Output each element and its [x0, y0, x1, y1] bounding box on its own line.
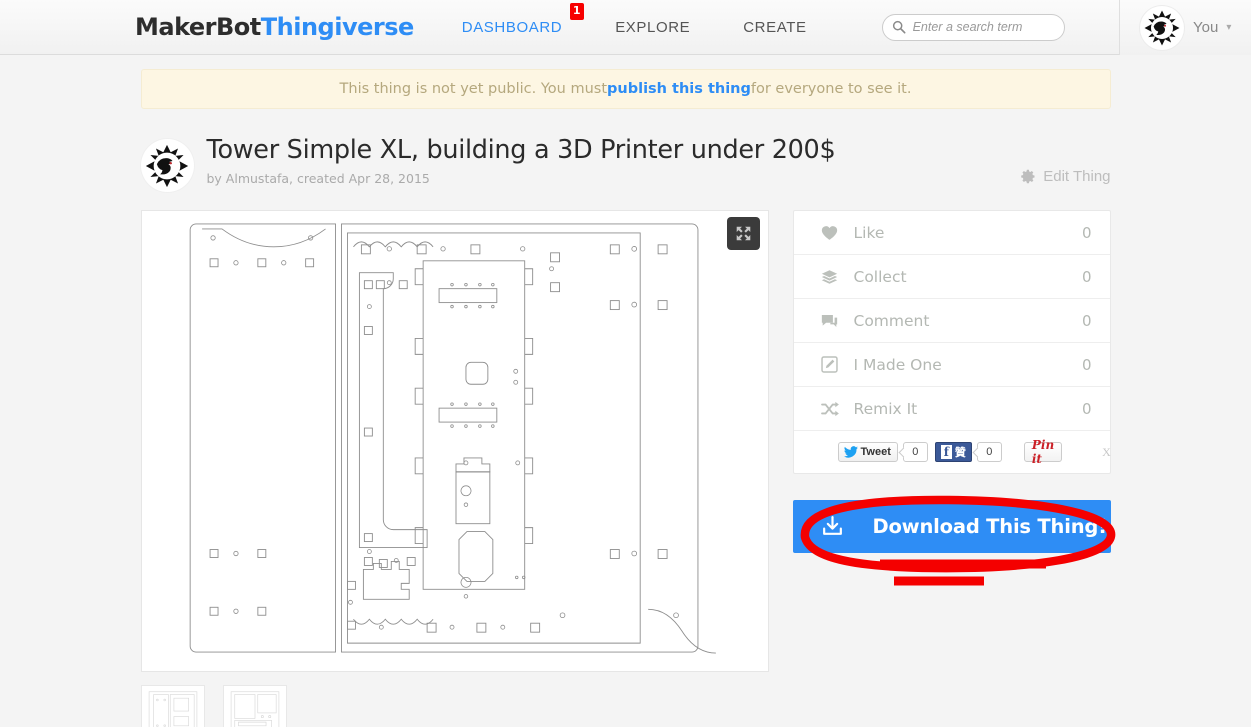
- notification-badge: 1: [569, 2, 585, 20]
- search-input[interactable]: [881, 13, 1065, 41]
- thumbnail-1-image: [148, 691, 197, 727]
- cad-drawing-image: [189, 223, 716, 654]
- alert-text-after: for everyone to see it.: [750, 81, 912, 97]
- thing-byline: by Almustafa, created Apr 28, 2015: [206, 171, 430, 186]
- action-remix-it-count: 0: [1081, 399, 1092, 418]
- tweet-button-label: Tweet: [860, 446, 891, 458]
- shuffle-icon: [820, 401, 840, 417]
- image-viewer[interactable]: [140, 210, 769, 672]
- publish-this-thing-link[interactable]: publish this thing: [607, 81, 751, 97]
- twitter-icon: [843, 446, 858, 458]
- gear-icon: [1021, 169, 1036, 184]
- download-button-label: Download This Thing!: [872, 515, 1108, 538]
- pinterest-button[interactable]: Pin it: [1023, 438, 1063, 466]
- nav-item-dashboard-label: DASHBOARD: [461, 18, 563, 36]
- action-like-count: 0: [1081, 223, 1092, 242]
- nav-item-dashboard[interactable]: DASHBOARD 1: [461, 2, 585, 36]
- action-like-label: Like: [853, 223, 885, 242]
- download-area: Download This Thing!: [792, 495, 1115, 586]
- publish-alert-banner: This thing is not yet public. You must p…: [140, 69, 1111, 109]
- chevron-down-icon: ▾: [1226, 22, 1232, 33]
- thing-title-block: Tower Simple XL, building a 3D Printer u…: [207, 135, 836, 186]
- thumbnail-strip: [140, 685, 769, 727]
- action-comment-count: 0: [1081, 311, 1092, 330]
- page-title: Tower Simple XL, building a 3D Printer u…: [206, 135, 836, 165]
- user-avatar-logo: [145, 144, 189, 187]
- heart-icon: [820, 225, 840, 241]
- download-icon: [822, 516, 842, 535]
- facebook-like-label: 贊: [954, 447, 966, 459]
- social-share-row: Tweet 0 f 贊 0 Pin it X: [794, 431, 1111, 473]
- action-remix-it-label: Remix It: [853, 399, 918, 418]
- logo-makerbot: MakerBot: [135, 13, 261, 41]
- pencil-square-icon: [820, 356, 840, 373]
- facebook-icon: f: [940, 445, 952, 459]
- search-box: [881, 13, 1065, 41]
- download-button[interactable]: Download This Thing!: [792, 500, 1111, 553]
- user-menu[interactable]: You ▾: [1119, 0, 1251, 55]
- site-logo[interactable]: MakerBotThingiverse: [135, 13, 414, 41]
- action-comment[interactable]: Comment 0: [793, 299, 1110, 343]
- nav-item-explore[interactable]: EXPLORE: [615, 19, 690, 36]
- thing-sidebar: Like 0 Collect 0 Comment 0 I Made One 0 …: [792, 210, 1115, 727]
- main-navigation: DASHBOARD 1 EXPLORE CREATE: [461, 2, 860, 36]
- page-body: This thing is not yet public. You must p…: [0, 55, 1251, 727]
- action-like[interactable]: Like 0: [793, 211, 1110, 255]
- action-i-made-one-label: I Made One: [853, 355, 942, 374]
- thing-owner-avatar[interactable]: [140, 139, 194, 192]
- action-i-made-one-count: 0: [1081, 355, 1092, 374]
- actions-card: Like 0 Collect 0 Comment 0 I Made One 0 …: [792, 210, 1111, 474]
- avatar: [1140, 5, 1184, 50]
- action-i-made-one[interactable]: I Made One 0: [793, 343, 1110, 387]
- user-menu-label: You: [1193, 19, 1219, 36]
- comment-icon: [820, 313, 840, 329]
- user-avatar-logo: [1144, 10, 1180, 45]
- layers-icon: [820, 269, 840, 285]
- edit-thing-button[interactable]: Edit Thing: [1021, 168, 1111, 185]
- edit-thing-label: Edit Thing: [1043, 168, 1111, 185]
- thing-content: Like 0 Collect 0 Comment 0 I Made One 0 …: [140, 210, 1115, 727]
- action-collect-label: Collect: [853, 267, 907, 286]
- action-collect[interactable]: Collect 0: [793, 255, 1110, 299]
- tweet-button[interactable]: Tweet: [837, 442, 898, 462]
- action-collect-count: 0: [1081, 267, 1092, 286]
- thumbnail-2-image: [230, 691, 279, 727]
- facebook-count: 0: [976, 442, 1002, 462]
- nav-item-create[interactable]: CREATE: [743, 19, 806, 36]
- broken-image-placeholder: X: [1102, 444, 1111, 459]
- site-header: MakerBotThingiverse DASHBOARD 1 EXPLORE …: [0, 0, 1251, 55]
- logo-thingiverse: Thingiverse: [260, 13, 415, 41]
- action-comment-label: Comment: [853, 311, 930, 330]
- tweet-count: 0: [902, 442, 928, 462]
- viewer-column: [140, 210, 769, 727]
- fullscreen-expand-icon: [736, 226, 750, 241]
- alert-text-before: This thing is not yet public. You must: [339, 81, 608, 97]
- facebook-like-button[interactable]: f 贊: [934, 442, 972, 462]
- fullscreen-button[interactable]: [726, 217, 760, 250]
- action-remix-it[interactable]: Remix It 0: [793, 387, 1110, 431]
- thumbnail-1[interactable]: [140, 685, 205, 727]
- page-container: This thing is not yet public. You must p…: [140, 69, 1115, 727]
- thing-header: Tower Simple XL, building a 3D Printer u…: [140, 135, 1111, 192]
- thumbnail-2[interactable]: [222, 685, 287, 727]
